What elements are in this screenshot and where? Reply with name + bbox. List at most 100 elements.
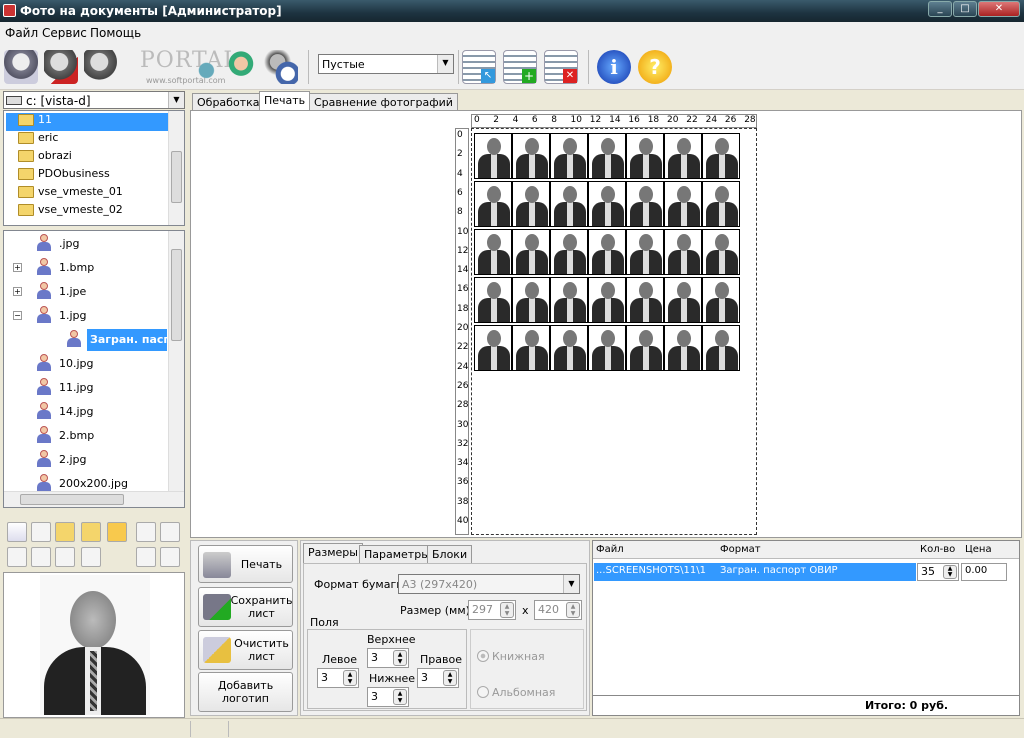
stepper-arrows-icon[interactable]: ▲ ▼ [566, 602, 580, 618]
passport-photo[interactable] [474, 133, 512, 179]
chevron-down-icon[interactable]: ▼ [563, 575, 579, 593]
portrait-radio[interactable] [477, 650, 489, 662]
right-margin-stepper[interactable]: 3 ▲ ▼ [417, 668, 459, 688]
folder-item[interactable]: vse_vmeste_01 [6, 185, 123, 203]
passport-photo[interactable] [550, 229, 588, 275]
stepper-arrows-icon[interactable]: ▲ ▼ [500, 602, 514, 618]
add-logo-button[interactable]: Добавить логотип [198, 672, 293, 712]
rotate-right-icon[interactable] [160, 522, 180, 542]
list-add-icon[interactable]: + [503, 50, 537, 84]
print-sheet[interactable] [471, 128, 757, 535]
clear-sheet-button[interactable]: Очистить лист [198, 630, 293, 670]
expand-toggle-icon[interactable]: + [13, 287, 22, 296]
col-file[interactable]: Файл [596, 544, 624, 555]
maximize-button[interactable]: □ [953, 1, 977, 17]
list-delete-icon[interactable]: ✕ [544, 50, 578, 84]
paper-format-select[interactable]: A3 (297x420) ▼ [398, 574, 580, 594]
folder-scrollbar[interactable] [168, 111, 184, 225]
tab-print[interactable]: Печать [259, 91, 311, 111]
passport-photo[interactable] [588, 277, 626, 323]
chevron-down-icon[interactable]: ▼ [168, 92, 184, 108]
close-button[interactable]: ✕ [978, 1, 1020, 17]
file-item[interactable]: Загран. паспорт [4, 329, 169, 351]
tab-processing[interactable]: Обработка [192, 93, 265, 111]
passport-photo[interactable] [702, 181, 740, 227]
delete-photo-icon[interactable] [81, 547, 101, 567]
scroll-thumb[interactable] [171, 151, 182, 203]
user-gear-icon[interactable] [186, 50, 220, 84]
landscape-radio[interactable] [477, 686, 489, 698]
rotate-down-icon[interactable] [136, 522, 156, 542]
chevron-down-icon[interactable]: ▼ [437, 55, 453, 73]
tab-blocks[interactable]: Блоки [427, 545, 473, 563]
tab-parameters[interactable]: Параметры [359, 545, 435, 563]
passport-photo[interactable] [702, 325, 740, 371]
menu-file[interactable]: Файл [5, 26, 38, 40]
remove-item-icon[interactable] [31, 522, 51, 542]
passport-photo[interactable] [626, 133, 664, 179]
user-delete-icon[interactable] [44, 50, 78, 84]
folder-item[interactable]: 11 [6, 113, 168, 131]
passport-photo[interactable] [664, 181, 702, 227]
flip-icon[interactable] [55, 547, 75, 567]
passport-photo[interactable] [626, 229, 664, 275]
scroll-thumb[interactable] [20, 494, 124, 505]
quantity-stepper[interactable]: 35 ▲ ▼ [917, 563, 959, 581]
camera-user-icon[interactable] [4, 50, 38, 84]
width-stepper[interactable]: 297 ▲ ▼ [468, 600, 516, 620]
open-folder-icon[interactable] [55, 522, 75, 542]
passport-photo[interactable] [626, 181, 664, 227]
minimize-button[interactable]: _ [928, 1, 952, 17]
expand-toggle-icon[interactable]: + [13, 263, 22, 272]
passport-photo[interactable] [664, 229, 702, 275]
file-item[interactable]: +1.jpe [4, 281, 169, 303]
file-scrollbar-vertical[interactable] [168, 231, 184, 491]
passport-photo[interactable] [550, 181, 588, 227]
file-scrollbar-horizontal[interactable] [4, 491, 184, 507]
file-item[interactable]: 11.jpg [4, 377, 169, 399]
stepper-arrows-icon[interactable]: ▲ ▼ [393, 650, 407, 666]
passport-photo[interactable] [512, 277, 550, 323]
file-item[interactable]: .jpg [4, 233, 169, 255]
passport-photo[interactable] [626, 277, 664, 323]
passport-photo[interactable] [588, 325, 626, 371]
print-button[interactable]: Печать [198, 545, 293, 583]
bottom-margin-stepper[interactable]: 3 ▲ ▼ [367, 687, 409, 707]
text-up-icon[interactable] [136, 547, 156, 567]
file-item[interactable]: 2.jpg [4, 449, 169, 471]
passport-photo[interactable] [702, 277, 740, 323]
passport-photo[interactable] [626, 325, 664, 371]
price-input[interactable]: 0.00 [961, 563, 1007, 581]
passport-photo[interactable] [512, 133, 550, 179]
folder-item[interactable]: PDObusiness [6, 167, 110, 185]
passport-photo[interactable] [474, 277, 512, 323]
user-clock-icon[interactable] [264, 50, 298, 84]
edit-pen-icon[interactable] [7, 547, 27, 567]
info-icon[interactable]: i [597, 50, 631, 84]
passport-photo[interactable] [512, 181, 550, 227]
passport-photo[interactable] [588, 229, 626, 275]
passport-photo[interactable] [588, 133, 626, 179]
user-photo-icon[interactable] [224, 50, 258, 84]
passport-photo[interactable] [702, 133, 740, 179]
passport-photo[interactable] [588, 181, 626, 227]
file-item[interactable]: 14.jpg [4, 401, 169, 423]
folder-item[interactable]: eric [6, 131, 58, 149]
list-select-icon[interactable]: ↖ [462, 50, 496, 84]
passport-photo[interactable] [664, 325, 702, 371]
passport-photo[interactable] [664, 133, 702, 179]
preset-select[interactable]: Пустые ▼ [318, 54, 454, 74]
add-item-icon[interactable] [7, 522, 27, 542]
scroll-thumb[interactable] [171, 249, 182, 341]
passport-photo[interactable] [664, 277, 702, 323]
drive-select[interactable]: c: [vista-d] ▼ [3, 91, 185, 109]
stepper-arrows-icon[interactable]: ▲ ▼ [393, 689, 407, 705]
folder-item[interactable]: obrazi [6, 149, 72, 167]
tab-compare[interactable]: Сравнение фотографий [309, 93, 458, 111]
file-item[interactable]: 10.jpg [4, 353, 169, 375]
passport-photo[interactable] [550, 133, 588, 179]
passport-photo[interactable] [474, 229, 512, 275]
file-item[interactable]: − 1.jpg [4, 305, 169, 327]
passport-photo[interactable] [512, 229, 550, 275]
text-rotate-icon[interactable] [160, 547, 180, 567]
